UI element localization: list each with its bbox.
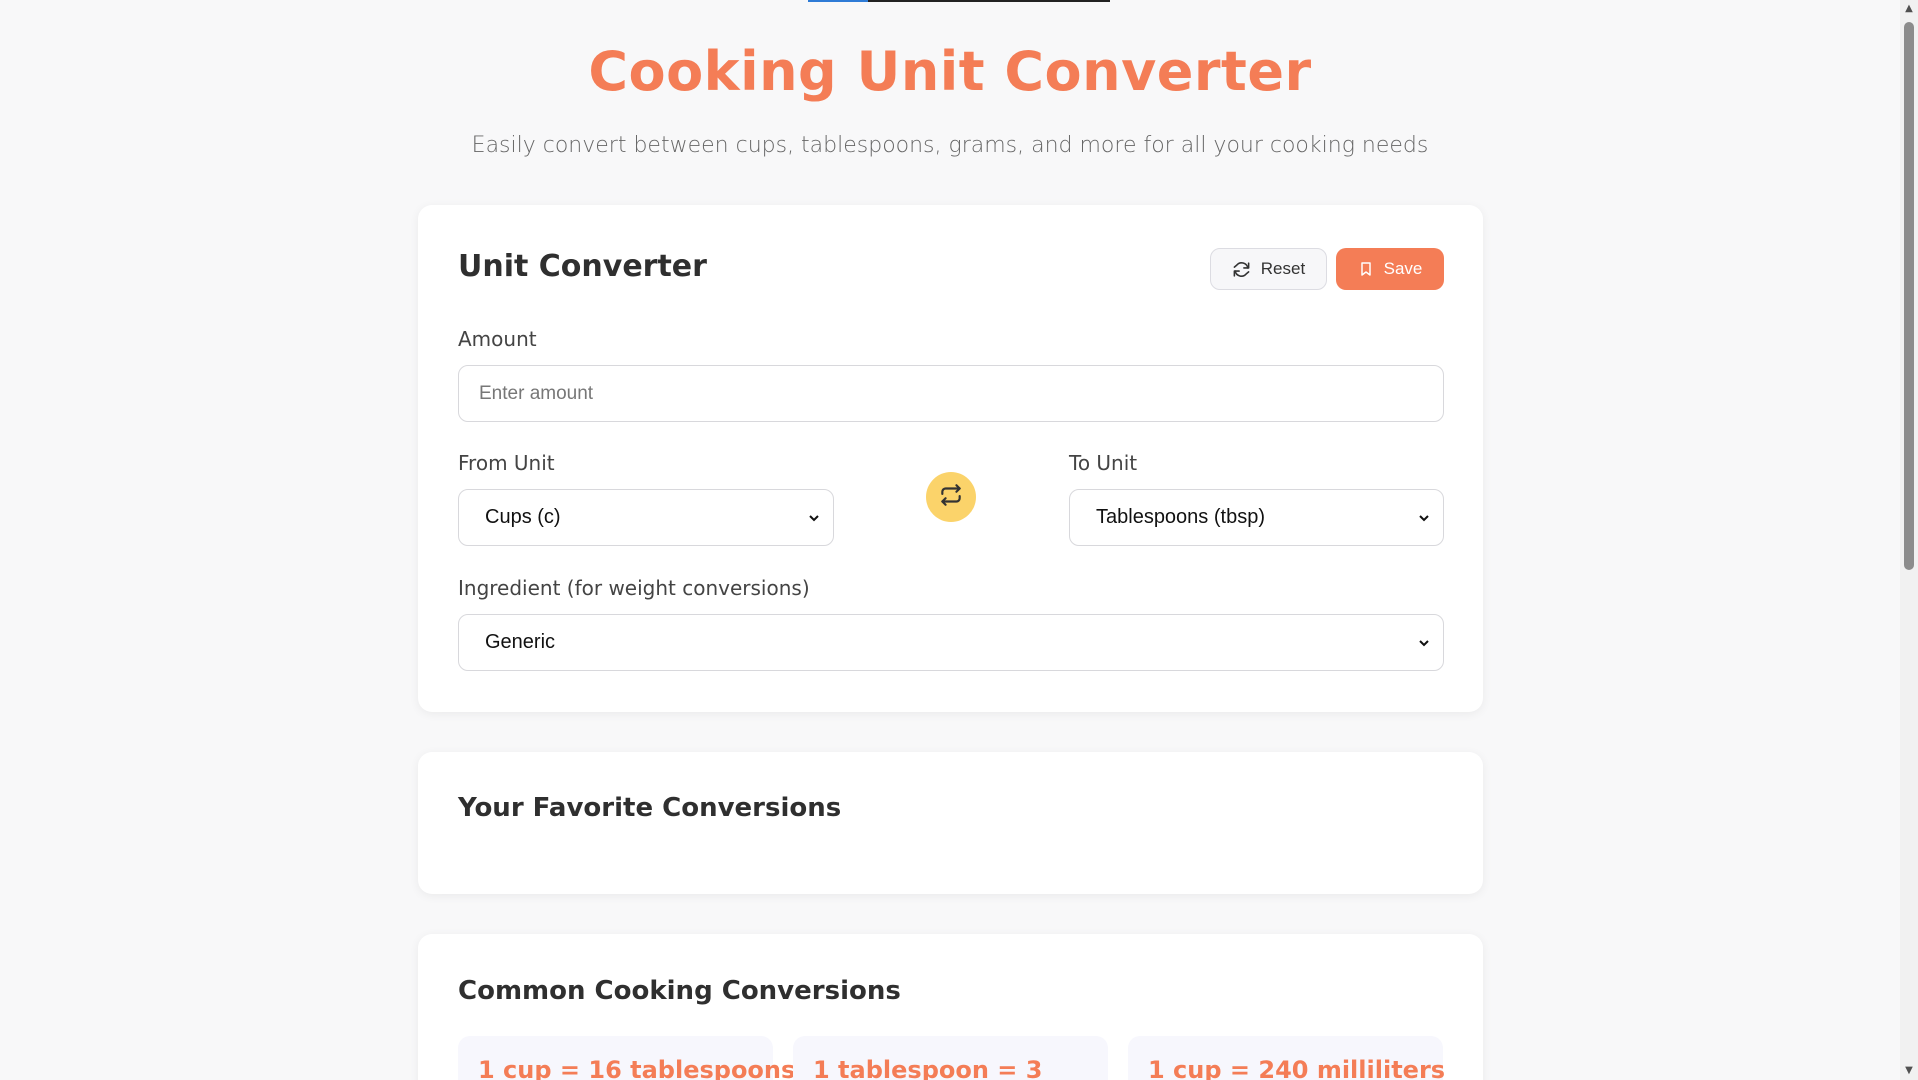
- reset-label: Reset: [1260, 259, 1306, 278]
- page-subtitle: Easily convert between cups, tablespoons…: [471, 133, 1429, 158]
- common-conversions-card: Common Cooking Conversions 1 cup = 16 ta…: [418, 934, 1483, 1080]
- common-conversions-title: Common Cooking Conversions: [458, 976, 901, 1006]
- swap-arrows-icon: [938, 482, 964, 512]
- from-unit-value: Cups (c): [485, 506, 561, 528]
- top-progress-fill: [808, 0, 869, 2]
- amount-input[interactable]: [459, 382, 1443, 405]
- reset-button[interactable]: Reset: [1210, 248, 1327, 290]
- page-title: Cooking Unit Converter: [588, 40, 1312, 103]
- top-progress-bar: [808, 0, 1110, 2]
- chevron-down-icon: [1419, 639, 1429, 646]
- scroll-up-arrow-icon[interactable]: ▲: [1900, 0, 1918, 18]
- conversion-tile[interactable]: 1 cup = 240 milliliters: [1128, 1036, 1446, 1080]
- amount-label: Amount: [458, 327, 537, 351]
- to-unit-select[interactable]: Tablespoons (tbsp): [1069, 489, 1444, 546]
- page: Cooking Unit Converter Easily convert be…: [0, 0, 1900, 1080]
- converter-title: Unit Converter: [458, 249, 707, 284]
- scroll-down-arrow-icon[interactable]: ▼: [1900, 1062, 1918, 1080]
- refresh-icon: [1232, 260, 1251, 279]
- favorites-card: Your Favorite Conversions: [418, 752, 1483, 894]
- ingredient-select[interactable]: Generic: [458, 614, 1444, 671]
- save-label: Save: [1383, 259, 1423, 278]
- from-unit-label: From Unit: [458, 451, 555, 475]
- bookmark-icon: [1358, 260, 1374, 278]
- conversion-text: 1 tablespoon = 3: [813, 1056, 1043, 1080]
- conversion-tile[interactable]: 1 tablespoon = 3: [793, 1036, 1108, 1080]
- favorites-title: Your Favorite Conversions: [458, 793, 842, 823]
- vertical-scrollbar[interactable]: ▲ ▼: [1900, 0, 1918, 1080]
- scrollbar-thumb[interactable]: [1904, 22, 1914, 570]
- ingredient-value: Generic: [485, 631, 556, 653]
- to-unit-label: To Unit: [1069, 451, 1138, 475]
- converter-card: Unit Converter Reset Save Amount From Un…: [418, 205, 1483, 712]
- chevron-down-icon: [1419, 514, 1429, 521]
- conversion-tile[interactable]: 1 cup = 16 tablespoons: [458, 1036, 795, 1080]
- save-button[interactable]: Save: [1336, 248, 1444, 290]
- conversion-text: 1 cup = 240 milliliters: [1148, 1056, 1446, 1080]
- from-unit-select[interactable]: Cups (c): [458, 489, 834, 546]
- amount-field[interactable]: [458, 365, 1444, 422]
- chevron-down-icon: [809, 514, 819, 521]
- conversion-text: 1 cup = 16 tablespoons: [478, 1056, 796, 1080]
- ingredient-label: Ingredient (for weight conversions): [458, 576, 810, 600]
- swap-units-button[interactable]: [926, 472, 976, 522]
- to-unit-value: Tablespoons (tbsp): [1096, 506, 1265, 528]
